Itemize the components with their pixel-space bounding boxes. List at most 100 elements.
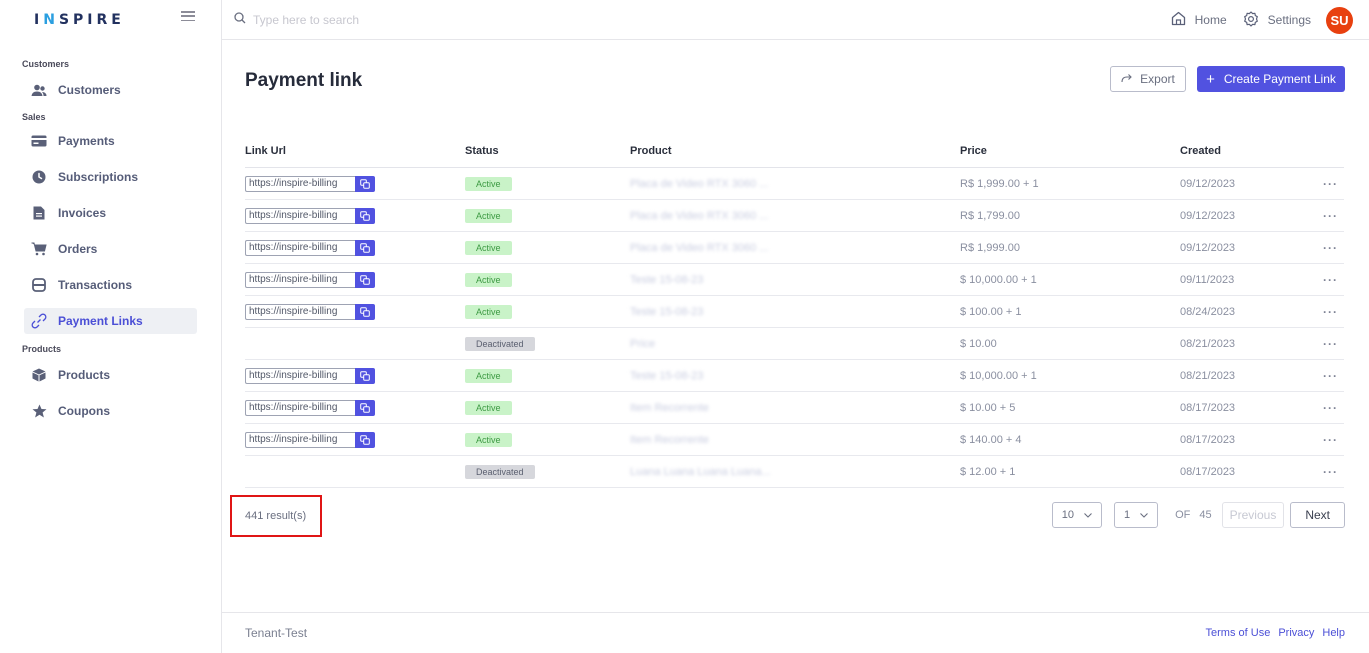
status-cell: Active (465, 272, 630, 287)
column-header[interactable]: Link Url (245, 145, 465, 157)
sidebar-item-products[interactable]: Products (24, 362, 197, 388)
more-actions-icon[interactable]: ··· (1323, 177, 1338, 191)
help-link[interactable]: Help (1322, 627, 1345, 639)
column-header[interactable]: Price (960, 145, 1180, 157)
sidebar: INSPIRE Customers Customers Sales Paymen… (0, 0, 222, 653)
copy-icon[interactable] (355, 303, 375, 320)
created-date: 08/17/2023 (1180, 401, 1236, 414)
price-value: R$ 1,999.00 + 1 (960, 177, 1039, 190)
copy-icon[interactable] (355, 239, 375, 256)
product-name: Luana Luana Luana Luana... (630, 465, 771, 478)
link-url-text[interactable]: https://inspire-billing (245, 239, 355, 256)
section-label-customers: Customers (22, 59, 70, 69)
copy-icon[interactable] (355, 399, 375, 416)
sidebar-item-customers[interactable]: Customers (24, 77, 197, 103)
logo-letter: I (34, 12, 44, 28)
sidebar-item-invoices[interactable]: Invoices (24, 200, 197, 226)
column-header[interactable]: Created (1180, 145, 1310, 157)
more-actions-icon[interactable]: ··· (1323, 209, 1338, 223)
logo-rest: SPIRE (58, 12, 125, 28)
column-header[interactable]: Product (630, 145, 960, 157)
status-badge: Active (465, 176, 512, 191)
sidebar-item-label: Products (58, 368, 111, 382)
status-badge: Active (465, 304, 512, 319)
created-date: 08/21/2023 (1180, 337, 1236, 350)
more-actions-icon[interactable]: ··· (1323, 433, 1338, 447)
more-actions-icon[interactable]: ··· (1323, 241, 1338, 255)
copy-icon[interactable] (355, 271, 375, 288)
status-badge: Active (465, 240, 512, 255)
more-actions-icon[interactable]: ··· (1323, 465, 1338, 479)
search-input[interactable] (253, 12, 553, 27)
link-cell: https://inspire-billing (245, 303, 465, 320)
copy-icon[interactable] (355, 431, 375, 448)
more-actions-icon[interactable]: ··· (1323, 337, 1338, 351)
privacy-link[interactable]: Privacy (1278, 627, 1314, 639)
export-button[interactable]: Export (1110, 66, 1186, 92)
product-name: Item Recorrente (630, 433, 709, 446)
sidebar-item-label: Customers (58, 83, 121, 97)
terms-link[interactable]: Terms of Use (1206, 627, 1271, 639)
created-date: 08/17/2023 (1180, 433, 1236, 446)
link-url-text[interactable]: https://inspire-billing (245, 207, 355, 224)
logo-accent-letter: N (43, 12, 59, 28)
export-label: Export (1140, 72, 1175, 86)
menu-icon[interactable] (181, 11, 195, 21)
previous-button[interactable]: Previous (1221, 502, 1285, 528)
create-payment-link-button[interactable]: + Create Payment Link (1197, 66, 1345, 92)
more-actions-icon[interactable]: ··· (1323, 273, 1338, 287)
link-url-text[interactable]: https://inspire-billing (245, 175, 355, 192)
page-size-select[interactable]: 10 (1051, 502, 1102, 528)
settings-label: Settings (1267, 13, 1311, 27)
copy-icon[interactable] (355, 175, 375, 192)
sidebar-item-coupons[interactable]: Coupons (24, 398, 197, 424)
product-name: Placa de Video RTX 3060 ... (630, 177, 769, 190)
page-size-value: 10 (1061, 509, 1074, 521)
created-date: 09/12/2023 (1180, 241, 1236, 254)
next-button[interactable]: Next (1290, 502, 1345, 528)
more-actions-icon[interactable]: ··· (1323, 401, 1338, 415)
copy-icon[interactable] (355, 207, 375, 224)
link-url-text[interactable]: https://inspire-billing (245, 271, 355, 288)
sidebar-item-label: Payment Links (58, 314, 143, 328)
status-cell: Active (465, 240, 630, 255)
product-name: Item Recorrente (630, 401, 709, 414)
sidebar-item-label: Coupons (58, 404, 110, 418)
product-name: Placa de Video RTX 3060 ... (630, 209, 769, 222)
link-url-text[interactable]: https://inspire-billing (245, 303, 355, 320)
link-cell: https://inspire-billing (245, 271, 465, 288)
column-header[interactable]: Status (465, 145, 630, 157)
avatar[interactable]: SU (1326, 6, 1353, 34)
link-cell: https://inspire-billing (245, 399, 465, 416)
table-row: https://inspire-billing Active Placa de Vi… (245, 232, 1344, 264)
link-url-text[interactable]: https://inspire-billing (245, 367, 355, 384)
more-actions-icon[interactable]: ··· (1323, 369, 1338, 383)
settings-link[interactable]: Settings (1243, 10, 1311, 30)
more-actions-icon[interactable]: ··· (1323, 305, 1338, 319)
created-date: 08/21/2023 (1180, 369, 1236, 382)
document-icon (31, 205, 47, 221)
section-label-products: Products (22, 344, 62, 354)
of-label: OF (1175, 509, 1191, 521)
created-date: 09/11/2023 (1180, 273, 1235, 286)
link-url-field: https://inspire-billing (245, 207, 375, 224)
link-url-text[interactable]: https://inspire-billing (245, 431, 355, 448)
home-link[interactable]: Home (1171, 11, 1227, 29)
home-label: Home (1194, 13, 1227, 27)
link-url-text[interactable]: https://inspire-billing (245, 399, 355, 416)
sidebar-item-orders[interactable]: Orders (24, 236, 197, 262)
page-number-select[interactable]: 1 (1113, 502, 1159, 528)
status-badge: Active (465, 208, 512, 223)
sidebar-item-transactions[interactable]: Transactions (24, 272, 197, 298)
logo[interactable]: INSPIRE (34, 12, 125, 28)
link-url-field: https://inspire-billing (245, 431, 375, 448)
sidebar-item-payment-links[interactable]: Payment Links (24, 308, 197, 334)
star-icon (31, 403, 47, 419)
sidebar-item-payments[interactable]: Payments (24, 128, 197, 154)
sidebar-item-subscriptions[interactable]: Subscriptions (24, 164, 197, 190)
search-icon (234, 12, 246, 27)
status-cell: Active (465, 176, 630, 191)
sidebar-item-label: Orders (58, 242, 98, 256)
copy-icon[interactable] (355, 367, 375, 384)
price-value: $ 140.00 + 4 (960, 433, 1022, 446)
